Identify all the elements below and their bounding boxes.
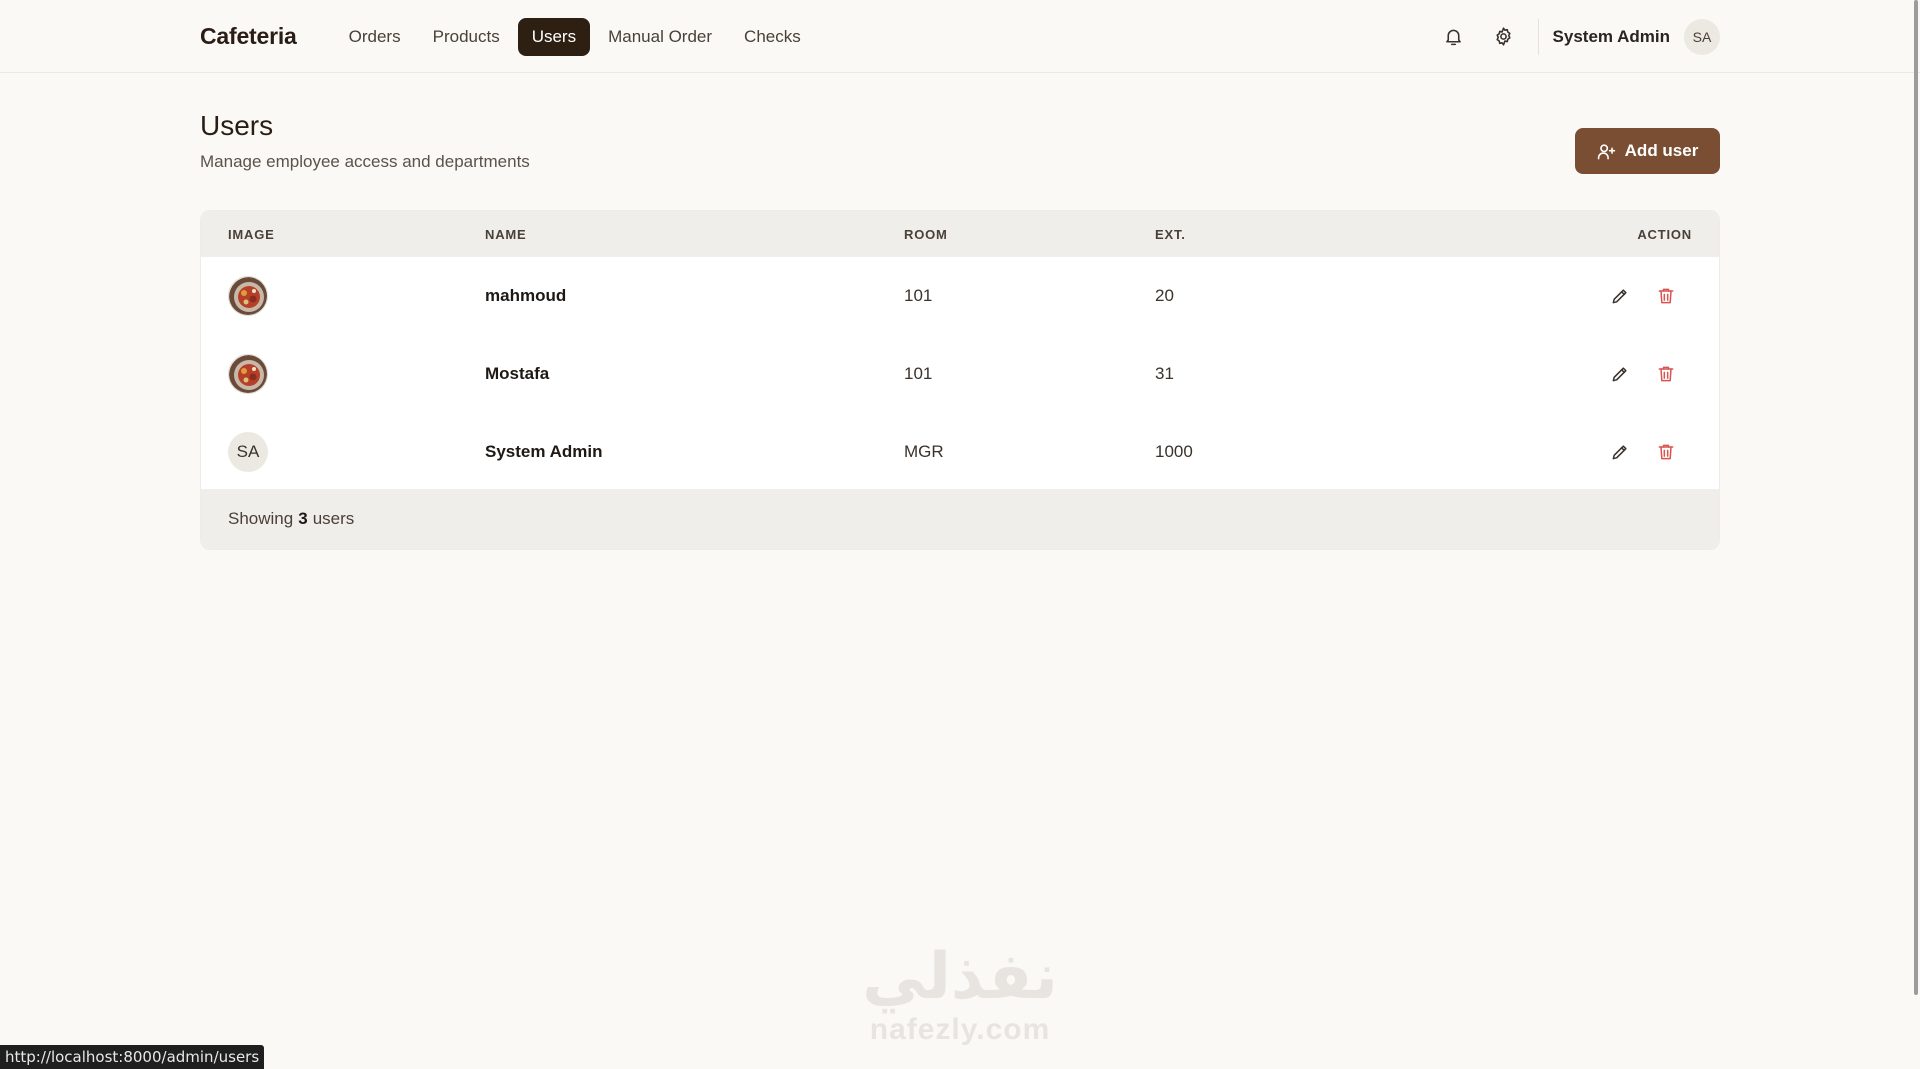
user-room: MGR bbox=[904, 442, 944, 461]
col-header-room: ROOM bbox=[904, 226, 948, 242]
current-user-name[interactable]: System Admin bbox=[1553, 27, 1670, 47]
delete-user-button[interactable] bbox=[1653, 283, 1679, 309]
top-navbar: Cafeteria Orders Products Users Manual O… bbox=[0, 0, 1920, 73]
row-actions bbox=[1607, 283, 1679, 309]
notifications-button[interactable] bbox=[1434, 17, 1474, 57]
food-photo-icon bbox=[229, 277, 267, 315]
user-ext: 31 bbox=[1155, 364, 1174, 383]
delete-user-button[interactable] bbox=[1653, 361, 1679, 387]
user-photo bbox=[228, 276, 268, 316]
user-photo bbox=[228, 354, 268, 394]
footer-count: 3 bbox=[298, 509, 308, 528]
add-user-label: Add user bbox=[1624, 141, 1699, 160]
user-ext: 1000 bbox=[1155, 442, 1193, 461]
page-scrollbar[interactable] bbox=[1911, 0, 1920, 995]
user-name: System Admin bbox=[485, 442, 603, 461]
table-footer: Showing 3 users bbox=[201, 489, 1719, 549]
nav-item-users[interactable]: Users bbox=[517, 17, 591, 56]
table-row: SA System Admin MGR 1000 bbox=[201, 413, 1719, 491]
user-name: mahmoud bbox=[485, 286, 567, 305]
main-nav: Orders Products Users Manual Order Check… bbox=[335, 17, 815, 56]
app-window: Cafeteria Orders Products Users Manual O… bbox=[0, 0, 1920, 1069]
page-title: Users bbox=[200, 110, 274, 141]
user-name: Mostafa bbox=[485, 364, 550, 383]
edit-user-button[interactable] bbox=[1607, 283, 1633, 309]
bell-icon bbox=[1446, 29, 1461, 46]
footer-prefix: Showing bbox=[228, 509, 294, 528]
add-user-button[interactable]: Add user bbox=[1575, 128, 1720, 174]
trash-icon bbox=[1658, 366, 1674, 382]
footer-suffix: users bbox=[312, 509, 355, 528]
user-avatar[interactable]: SA bbox=[1684, 18, 1720, 55]
user-room: 101 bbox=[904, 286, 933, 305]
brand-logo[interactable]: Cafeteria bbox=[200, 23, 297, 50]
user-initials-avatar: SA bbox=[228, 432, 268, 472]
nav-item-products[interactable]: Products bbox=[419, 18, 514, 56]
nav-item-manual-order[interactable]: Manual Order bbox=[594, 18, 726, 56]
row-actions bbox=[1607, 439, 1679, 465]
trash-icon bbox=[1658, 444, 1674, 460]
user-plus-icon bbox=[1597, 143, 1615, 159]
page-header: Users Manage employee access and departm… bbox=[200, 110, 1720, 180]
browser-status-bar: http://localhost:8000/admin/users bbox=[0, 1045, 265, 1069]
user-ext: 20 bbox=[1155, 286, 1174, 305]
table-row: mahmoud 101 20 bbox=[201, 257, 1719, 335]
delete-user-button[interactable] bbox=[1653, 439, 1679, 465]
watermark-logo: نفذلي nafezly.com bbox=[850, 945, 1070, 1047]
page-subtitle: Manage employee access and departments bbox=[200, 152, 530, 171]
watermark-latin: nafezly.com bbox=[869, 1013, 1051, 1046]
pencil-icon bbox=[1612, 445, 1627, 460]
nav-item-checks[interactable]: Checks bbox=[730, 18, 815, 56]
nav-item-orders[interactable]: Orders bbox=[335, 18, 415, 56]
edit-user-button[interactable] bbox=[1607, 439, 1633, 465]
food-photo-icon bbox=[229, 355, 267, 393]
col-header-action: ACTION bbox=[1637, 226, 1692, 242]
users-table: IMAGE NAME ROOM EXT. ACTION mahmoud 101 bbox=[200, 210, 1720, 550]
col-header-name: NAME bbox=[485, 226, 527, 242]
table-header: IMAGE NAME ROOM EXT. ACTION bbox=[201, 211, 1719, 257]
pencil-icon bbox=[1612, 289, 1627, 304]
trash-icon bbox=[1658, 288, 1674, 304]
scrollbar-thumb[interactable] bbox=[1914, 0, 1918, 995]
col-header-image: IMAGE bbox=[228, 226, 275, 242]
edit-user-button[interactable] bbox=[1607, 361, 1633, 387]
gear-icon bbox=[1496, 27, 1511, 46]
table-row: Mostafa 101 31 bbox=[201, 335, 1719, 413]
pencil-icon bbox=[1612, 367, 1627, 382]
col-header-ext: EXT. bbox=[1155, 226, 1186, 242]
settings-button[interactable] bbox=[1484, 17, 1524, 57]
header-divider bbox=[1537, 18, 1539, 55]
watermark-arabic: نفذلي bbox=[862, 940, 1058, 1014]
row-actions bbox=[1607, 361, 1679, 387]
user-room: 101 bbox=[904, 364, 933, 383]
